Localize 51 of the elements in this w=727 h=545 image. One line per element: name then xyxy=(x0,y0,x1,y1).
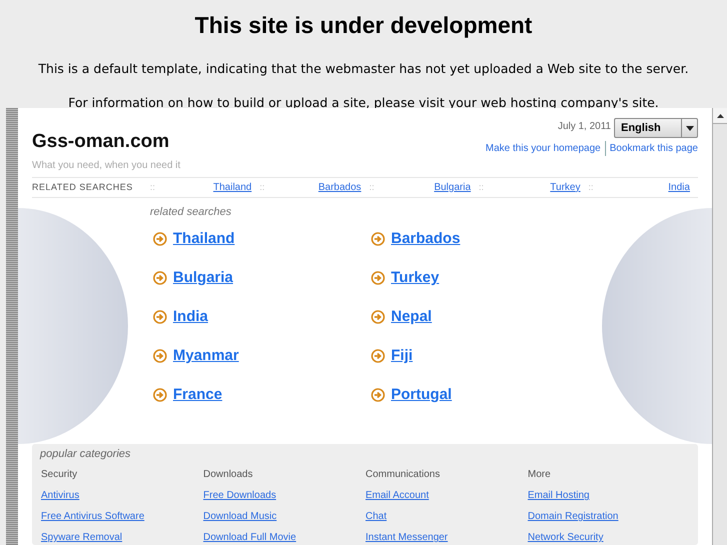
related-link[interactable]: Thailand xyxy=(213,180,252,195)
separator-text: :: xyxy=(588,180,594,194)
category-link[interactable]: Download Full Movie xyxy=(203,530,296,545)
related-link[interactable]: Bulgaria xyxy=(434,180,471,195)
homepage-link[interactable]: Make this your homepage xyxy=(486,141,605,156)
category-link[interactable]: Instant Messenger xyxy=(366,530,448,545)
caret-icon xyxy=(686,126,694,130)
language-select[interactable]: English xyxy=(614,118,698,138)
category-link[interactable]: Free Downloads xyxy=(203,488,276,504)
category-title: Communications xyxy=(366,468,441,482)
related-searches-label: RELATED SEARCHES xyxy=(32,180,134,194)
category-link[interactable]: Spyware Removal xyxy=(41,530,122,545)
related-link[interactable]: Portugal xyxy=(391,384,452,407)
page-title: This site is under development xyxy=(194,11,532,40)
separator-text: :: xyxy=(478,180,484,194)
related-link[interactable]: Barbados xyxy=(318,180,362,195)
popular-heading: popular categories xyxy=(40,446,132,462)
site-name: Gss-oman.com xyxy=(32,130,170,154)
category-link[interactable]: Antivirus xyxy=(41,488,80,504)
up-arrow-icon xyxy=(716,114,724,118)
related-link[interactable]: Thailand xyxy=(173,228,235,251)
site-tagline: What you need, when you need it xyxy=(32,158,180,172)
category-title: Downloads xyxy=(203,468,254,482)
category-title: Security xyxy=(41,468,78,482)
related-link[interactable]: Myanmar xyxy=(173,345,239,368)
category-link[interactable]: Network Security xyxy=(528,530,604,545)
category-link[interactable]: Domain Registration xyxy=(528,509,618,524)
category-link[interactable]: Free Antivirus Software xyxy=(41,509,144,524)
category-link[interactable]: Email Account xyxy=(366,488,429,504)
notice-text: For information on how to build or upload a site, please visit your web hosting company's site. xyxy=(68,94,659,112)
related-heading: related searches xyxy=(150,204,232,220)
notice-text: This is a default template, indicating that the webmaster has not yet uploaded a Web site to the server. xyxy=(38,60,689,78)
category-link[interactable]: Email Hosting xyxy=(528,488,590,504)
scroll-up-button[interactable] xyxy=(713,108,727,124)
category-title: More xyxy=(528,468,552,482)
related-link[interactable]: Fiji xyxy=(391,345,413,368)
related-link[interactable]: Turkey xyxy=(550,180,580,195)
related-link[interactable]: France xyxy=(173,384,222,407)
related-link[interactable]: Barbados xyxy=(391,228,460,251)
bookmark-link[interactable]: Bookmark this page xyxy=(604,141,698,156)
related-link[interactable]: Nepal xyxy=(391,306,432,329)
related-link[interactable]: India xyxy=(668,180,690,195)
category-link[interactable]: Download Music xyxy=(203,509,277,524)
date-text: July 1, 2011 xyxy=(558,120,611,134)
separator-text: :: xyxy=(150,180,156,194)
related-link[interactable]: Bulgaria xyxy=(173,267,234,290)
separator-text: :: xyxy=(260,180,265,194)
separator-text: :: xyxy=(369,180,374,194)
related-link[interactable]: Turkey xyxy=(391,267,440,290)
related-link[interactable]: India xyxy=(173,306,208,329)
category-link[interactable]: Chat xyxy=(366,509,387,524)
